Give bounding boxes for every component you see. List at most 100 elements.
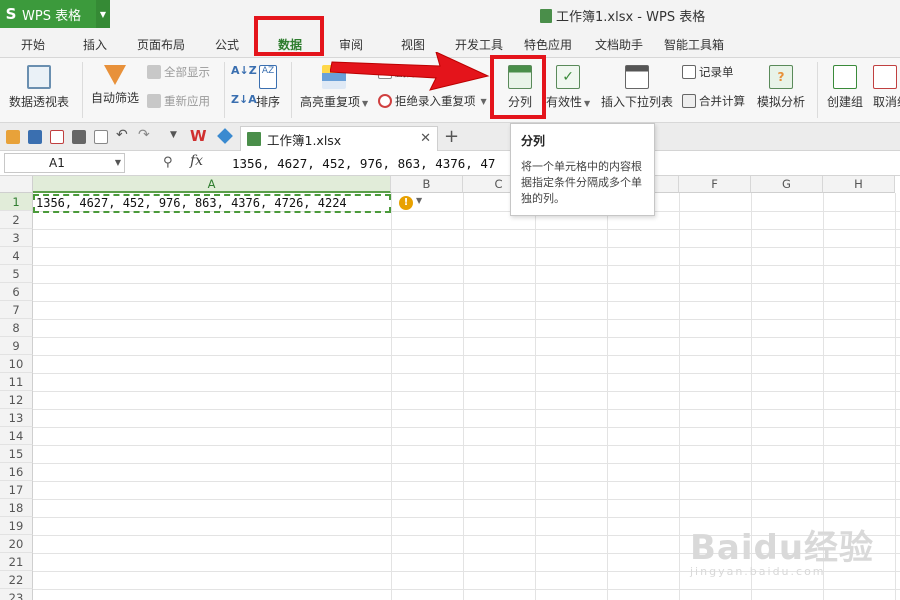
grid-row-line [33,355,900,356]
row-header[interactable]: 6 [0,283,33,301]
grid-row-line [33,373,900,374]
tab-view[interactable]: 视图 [401,36,425,53]
row-header[interactable]: 20 [0,535,33,553]
column-header-b[interactable]: B [391,176,463,193]
show-all-label: 全部显示 [164,65,210,79]
row-header[interactable]: 19 [0,517,33,535]
merge-calc-button[interactable]: 合并计算 [682,93,745,109]
formula-bar: A1 ▼ ⚲ fx 1356, 4627, 452, 976, 863, 437… [0,151,900,176]
fx-icon[interactable]: fx [190,153,203,169]
row-header[interactable]: 21 [0,553,33,571]
redo-icon[interactable]: ↷ [138,127,150,143]
window-title-text: 工作簿1.xlsx - WPS 表格 [556,10,706,25]
row-header[interactable]: 18 [0,499,33,517]
undo-icon[interactable]: ↶ [116,127,128,143]
highlight-box-split [490,55,546,119]
wps-w-icon[interactable]: W [190,127,207,145]
row-header[interactable]: 15 [0,445,33,463]
select-all-corner[interactable] [0,176,33,193]
red-arrow-icon [330,52,490,91]
row-header[interactable]: 2 [0,211,33,229]
sort-descending-button[interactable]: Z↓A [231,93,257,106]
close-icon[interactable]: ✕ [420,131,431,146]
row-header[interactable]: 3 [0,229,33,247]
row-header[interactable]: 8 [0,319,33,337]
row-header[interactable]: 16 [0,463,33,481]
app-menu-button[interactable]: S WPS 表格 ▼ [0,0,110,28]
highlight-box-data-tab [254,16,324,56]
tab-features[interactable]: 特色应用 [524,36,572,53]
customize-dropdown-icon[interactable]: ▼ [170,130,177,140]
print-preview-icon[interactable] [94,130,108,144]
xlsx-file-icon [247,132,261,146]
ungroup-button[interactable]: 取消组 [873,65,900,110]
name-box[interactable]: A1 ▼ [4,153,125,173]
show-all-button[interactable]: 全部显示 [147,64,210,80]
new-tab-icon[interactable]: + [444,126,459,147]
document-tab[interactable]: 工作簿1.xlsx ✕ [240,126,438,151]
sort-button[interactable]: AZ 排序 [256,65,280,110]
column-header-h[interactable]: H [823,176,895,193]
tab-doc-assistant[interactable]: 文档助手 [595,36,643,53]
tab-home[interactable]: 开始 [21,36,45,53]
grid-row-line [33,283,900,284]
row-header[interactable]: 5 [0,265,33,283]
tab-developer[interactable]: 开发工具 [455,36,503,53]
print-icon[interactable] [72,130,86,144]
row-header[interactable]: 12 [0,391,33,409]
grid-row-line [33,229,900,230]
reject-duplicates-label: 拒绝录入重复项 [395,94,476,108]
tab-insert[interactable]: 插入 [83,36,107,53]
insert-dropdown-list-button[interactable]: 插入下拉列表 [601,65,673,110]
pivot-table-button[interactable]: 数据透视表 [9,65,69,110]
row-header[interactable]: 10 [0,355,33,373]
row-header[interactable]: 9 [0,337,33,355]
filter-clear-icon [147,65,161,79]
tab-review[interactable]: 审阅 [339,36,363,53]
grid-row-line [33,301,900,302]
split-tooltip: 分列 将一个单元格中的内容根据指定条件分隔成多个单独的列。 [510,123,655,216]
record-form-label: 记录单 [699,65,734,79]
merge-calc-label: 合并计算 [699,94,745,108]
create-group-button[interactable]: 创建组 [827,65,863,110]
formula-input[interactable]: 1356, 4627, 452, 976, 863, 4376, 47 [232,156,495,171]
open-folder-icon[interactable] [6,130,20,144]
cell-a1[interactable]: 1356, 4627, 452, 976, 863, 4376, 4726, 4… [33,194,391,213]
row-header[interactable]: 1 [0,193,33,211]
merge-calc-icon [682,94,696,108]
row-header[interactable]: 11 [0,373,33,391]
tab-formula[interactable]: 公式 [215,36,239,53]
autofilter-button[interactable]: 自动筛选 [91,65,139,106]
reject-duplicates-button[interactable]: 拒绝录入重复项 ▼ [378,93,487,109]
row-header[interactable]: 7 [0,301,33,319]
row-header[interactable]: 22 [0,571,33,589]
cube-icon[interactable] [217,128,233,144]
column-header-f[interactable]: F [679,176,751,193]
pivot-table-icon [27,65,51,89]
tooltip-body: 将一个单元格中的内容根据指定条件分隔成多个单独的列。 [521,160,642,205]
warning-icon[interactable]: ! [399,196,413,210]
zoom-search-icon[interactable]: ⚲ [163,155,173,170]
save-icon[interactable] [28,130,42,144]
row-header[interactable]: 23 [0,589,33,600]
row-header[interactable]: 4 [0,247,33,265]
highlight-duplicates-label: 高亮重复项 [300,95,361,109]
chevron-down-icon[interactable]: ▼ [115,154,121,172]
tab-smart-toolbox[interactable]: 智能工具箱 [664,36,724,53]
sort-ascending-button[interactable]: A↓Z [231,64,257,77]
column-header-g[interactable]: G [751,176,823,193]
export-pdf-icon[interactable] [50,130,64,144]
app-dropdown-icon[interactable]: ▼ [96,0,110,28]
row-header[interactable]: 13 [0,409,33,427]
record-form-button[interactable]: 记录单 [682,64,734,80]
row-header[interactable]: 14 [0,427,33,445]
chevron-down-icon[interactable]: ▼ [416,196,422,205]
funnel-icon [104,65,126,85]
validity-button[interactable]: ✓ 有效性 ▼ [546,65,590,110]
simulate-analysis-button[interactable]: ? 模拟分析 [757,65,805,110]
column-header-a[interactable]: A [33,176,391,193]
tab-page-layout[interactable]: 页面布局 [137,36,185,53]
row-header[interactable]: 17 [0,481,33,499]
validity-check-icon: ✓ [556,65,581,89]
reapply-button[interactable]: 重新应用 [147,93,210,109]
